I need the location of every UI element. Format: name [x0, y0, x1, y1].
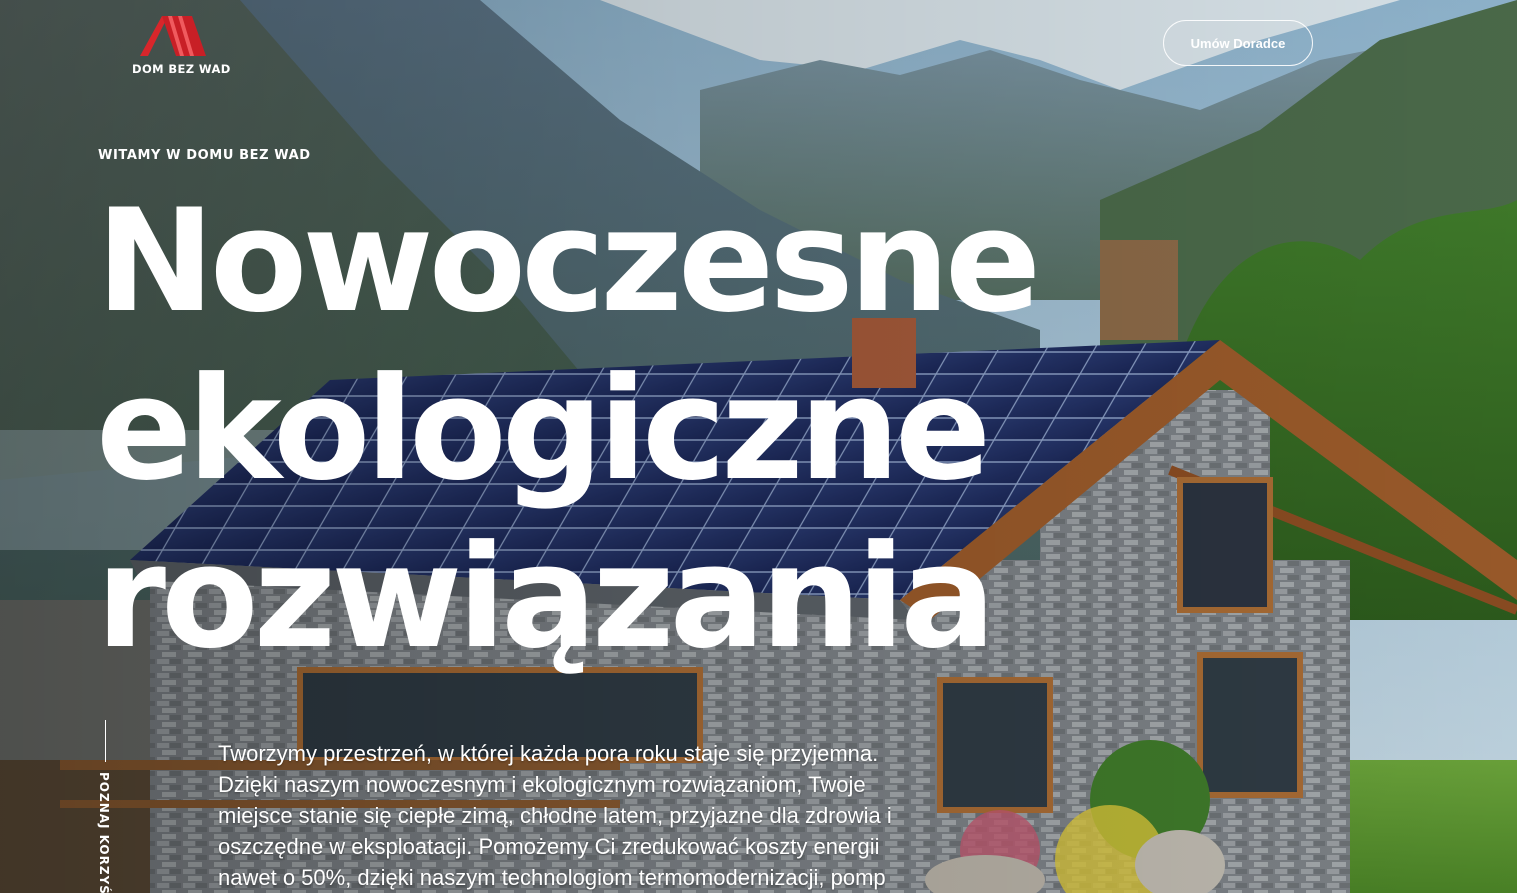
- book-advisor-button[interactable]: Umów Doradce: [1163, 20, 1313, 66]
- hero-intro-text: Tworzymy przestrzeń, w której każda pora…: [218, 741, 892, 890]
- headline-line-1: Nowoczesne: [96, 179, 1041, 344]
- hero-section: DOM BEZ WAD Umów Doradce WITAMY W DOMU B…: [0, 0, 1517, 893]
- hero-headline: Nowoczesne ekologiczne rozwiązania: [96, 178, 1041, 682]
- hero-eyebrow: WITAMY W DOMU BEZ WAD: [98, 148, 311, 163]
- headline-line-3: rozwiązania: [96, 515, 996, 680]
- headline-line-2: ekologiczne: [96, 347, 991, 512]
- logo-roof-icon: [140, 16, 206, 56]
- learn-benefits-link[interactable]: POZNAJ KORZYŚ: [97, 772, 111, 893]
- side-link-divider: [105, 720, 106, 762]
- logo-text: DOM BEZ WAD: [132, 62, 231, 76]
- logo-link[interactable]: DOM BEZ WAD: [128, 12, 230, 78]
